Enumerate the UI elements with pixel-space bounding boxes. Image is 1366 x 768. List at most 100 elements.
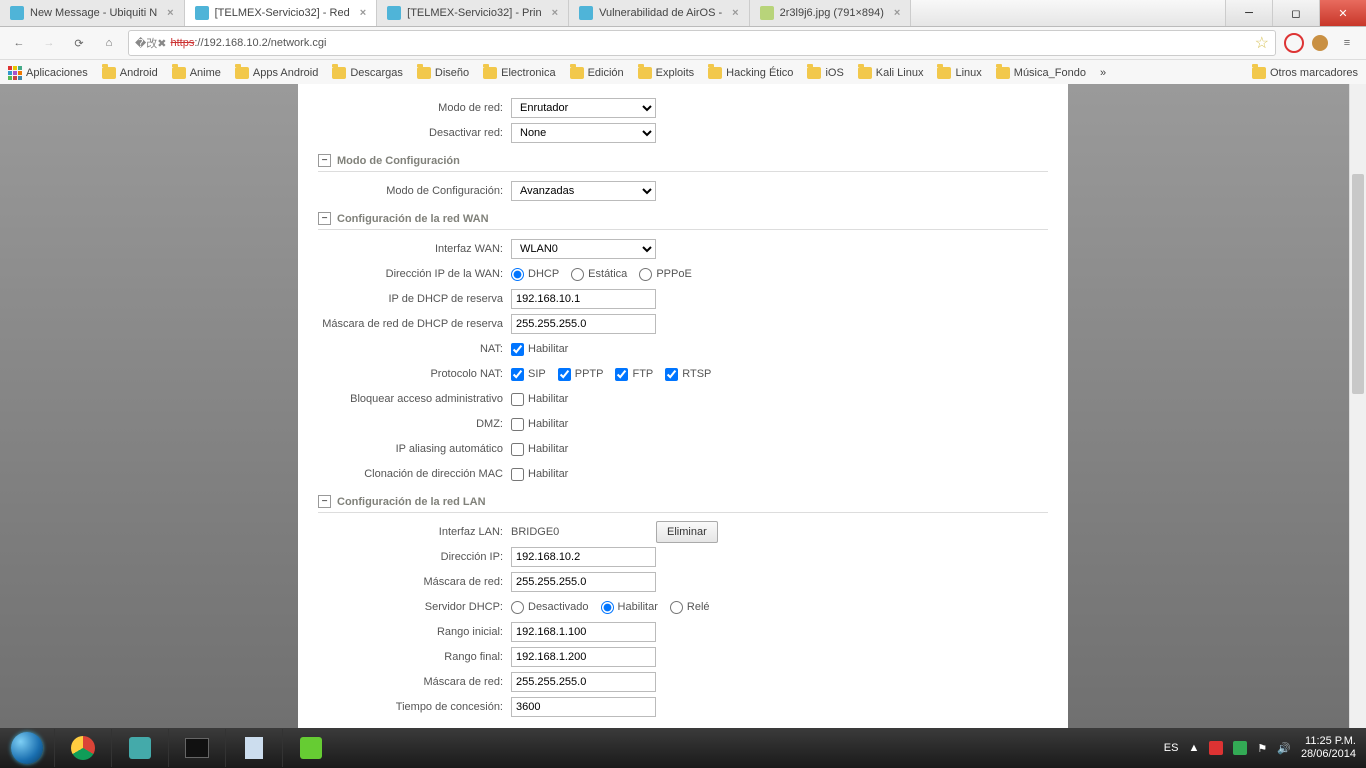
lan-interface-value: BRIDGE0 bbox=[511, 526, 656, 538]
browser-tab[interactable]: New Message - Ubiquiti N× bbox=[0, 0, 185, 26]
https-warning-icon: �改✖ bbox=[135, 35, 167, 51]
section-title-wan: Configuración de la red WAN bbox=[337, 213, 489, 225]
checkbox-proto-pptp[interactable] bbox=[558, 368, 571, 381]
bookmark-folder[interactable]: Diseño bbox=[417, 67, 469, 79]
taskbar-cmd[interactable] bbox=[168, 729, 225, 767]
input-dhcp-mask[interactable] bbox=[511, 672, 656, 692]
bookmark-folder[interactable]: Apps Android bbox=[235, 67, 318, 79]
start-button[interactable] bbox=[0, 728, 54, 768]
home-button[interactable]: ⌂ bbox=[98, 32, 120, 54]
folder-icon bbox=[483, 67, 497, 79]
address-bar[interactable]: �改✖ https ://192.168.10.2/network.cgi ☆ bbox=[128, 30, 1276, 56]
radio-dhcp-habilitar[interactable] bbox=[601, 601, 614, 614]
tray-icon[interactable] bbox=[1233, 741, 1247, 755]
checkbox-dmz[interactable] bbox=[511, 418, 524, 431]
collapse-icon[interactable]: − bbox=[318, 212, 331, 225]
windows-taskbar: ES ▲ ⚑ 🔊 11:25 P.M. 28/06/2014 bbox=[0, 728, 1366, 768]
tray-lang[interactable]: ES bbox=[1164, 742, 1179, 754]
checkbox-proto-rtsp[interactable] bbox=[665, 368, 678, 381]
checkbox-proto-sip[interactable] bbox=[511, 368, 524, 381]
apps-button[interactable]: Aplicaciones bbox=[8, 66, 88, 80]
bookmark-folder[interactable]: Electronica bbox=[483, 67, 555, 79]
browser-tab[interactable]: Vulnerabilidad de AirOS -× bbox=[569, 0, 750, 26]
folder-icon bbox=[332, 67, 346, 79]
collapse-icon[interactable]: − bbox=[318, 154, 331, 167]
checkbox-proto-ftp[interactable] bbox=[615, 368, 628, 381]
input-dhcp-fallback-ip[interactable] bbox=[511, 289, 656, 309]
select-modo-red[interactable]: Enrutador bbox=[511, 98, 656, 118]
window-maximize-button[interactable]: ◻ bbox=[1272, 0, 1319, 26]
taskbar-paint[interactable] bbox=[111, 729, 168, 767]
input-lan-ip[interactable] bbox=[511, 547, 656, 567]
tab-close-icon[interactable]: × bbox=[732, 7, 738, 19]
input-lan-mask[interactable] bbox=[511, 572, 656, 592]
bookmark-folder[interactable]: Música_Fondo bbox=[996, 67, 1086, 79]
browser-tab[interactable]: 2r3l9j6.jpg (791×894)× bbox=[750, 0, 912, 26]
page-scrollbar[interactable] bbox=[1349, 84, 1366, 728]
extension-icon-2[interactable] bbox=[1312, 35, 1328, 51]
tab-close-icon[interactable]: × bbox=[552, 7, 558, 19]
input-dhcp-fallback-mask[interactable] bbox=[511, 314, 656, 334]
back-button[interactable]: ← bbox=[8, 32, 30, 54]
taskbar-app[interactable] bbox=[282, 729, 339, 767]
bookmark-star-icon[interactable]: ☆ bbox=[1255, 33, 1269, 53]
folder-icon bbox=[937, 67, 951, 79]
select-modo-cfg[interactable]: Avanzadas bbox=[511, 181, 656, 201]
browser-tab[interactable]: [TELMEX-Servicio32] - Red× bbox=[185, 0, 378, 26]
checkbox-block-admin[interactable] bbox=[511, 393, 524, 406]
taskbar-notepad[interactable] bbox=[225, 729, 282, 767]
folder-icon bbox=[638, 67, 652, 79]
reload-button[interactable]: ⟳ bbox=[68, 32, 90, 54]
checkbox-nat[interactable] bbox=[511, 343, 524, 356]
folder-icon bbox=[235, 67, 249, 79]
bookmark-folder[interactable]: Edición bbox=[570, 67, 624, 79]
folder-icon bbox=[172, 67, 186, 79]
window-close-button[interactable]: ✕ bbox=[1319, 0, 1366, 26]
favicon-icon bbox=[387, 6, 401, 20]
tab-close-icon[interactable]: × bbox=[894, 7, 900, 19]
page-content: Modo de red: Enrutador Desactivar red: N… bbox=[298, 84, 1068, 728]
radio-dhcp-relé[interactable] bbox=[670, 601, 683, 614]
bookmark-folder[interactable]: Exploits bbox=[638, 67, 695, 79]
bookmark-folder[interactable]: Linux bbox=[937, 67, 981, 79]
tab-close-icon[interactable]: × bbox=[167, 7, 173, 19]
folder-icon bbox=[570, 67, 584, 79]
bookmark-folder[interactable]: Android bbox=[102, 67, 158, 79]
input-lease-time[interactable] bbox=[511, 697, 656, 717]
taskbar-chrome[interactable] bbox=[54, 729, 111, 767]
favicon-icon bbox=[579, 6, 593, 20]
forward-button[interactable]: → bbox=[38, 32, 60, 54]
select-desactivar-red[interactable]: None bbox=[511, 123, 656, 143]
tray-clock[interactable]: 11:25 P.M. 28/06/2014 bbox=[1301, 735, 1356, 761]
window-minimize-button[interactable]: ─ bbox=[1225, 0, 1272, 26]
tray-flag-icon[interactable]: ⚑ bbox=[1257, 742, 1267, 755]
radio-wan-dhcp[interactable] bbox=[511, 268, 524, 281]
bookmark-folder[interactable]: Kali Linux bbox=[858, 67, 924, 79]
input-range-end[interactable] bbox=[511, 647, 656, 667]
label-modo-red: Modo de red: bbox=[318, 102, 503, 114]
other-bookmarks[interactable]: Otros marcadores bbox=[1252, 67, 1358, 79]
bookmark-folder[interactable]: Anime bbox=[172, 67, 221, 79]
tray-chevron-icon[interactable]: ▲ bbox=[1188, 742, 1199, 754]
radio-dhcp-desactivado[interactable] bbox=[511, 601, 524, 614]
tab-close-icon[interactable]: × bbox=[360, 7, 366, 19]
checkbox-mac-clone[interactable] bbox=[511, 468, 524, 481]
radio-wan-estática[interactable] bbox=[571, 268, 584, 281]
tray-volume-icon[interactable]: 🔊 bbox=[1277, 742, 1291, 755]
menu-button[interactable]: ≡ bbox=[1336, 32, 1358, 54]
tray-icon[interactable] bbox=[1209, 741, 1223, 755]
button-eliminar[interactable]: Eliminar bbox=[656, 521, 718, 543]
bookmarks-overflow[interactable]: » bbox=[1100, 67, 1106, 79]
radio-wan-pppoe[interactable] bbox=[639, 268, 652, 281]
extension-icon-1[interactable] bbox=[1284, 33, 1304, 53]
input-range-start[interactable] bbox=[511, 622, 656, 642]
browser-tab[interactable]: [TELMEX-Servicio32] - Prin× bbox=[377, 0, 569, 26]
select-wan-interface[interactable]: WLAN0 bbox=[511, 239, 656, 259]
bookmark-folder[interactable]: Hacking Ético bbox=[708, 67, 793, 79]
bookmarks-bar: Aplicaciones Android Anime Apps Android Des… bbox=[0, 60, 1366, 87]
bookmark-folder[interactable]: iOS bbox=[807, 67, 843, 79]
collapse-icon[interactable]: − bbox=[318, 495, 331, 508]
url-path: ://192.168.10.2/network.cgi bbox=[194, 37, 326, 49]
bookmark-folder[interactable]: Descargas bbox=[332, 67, 403, 79]
checkbox-ip-alias[interactable] bbox=[511, 443, 524, 456]
